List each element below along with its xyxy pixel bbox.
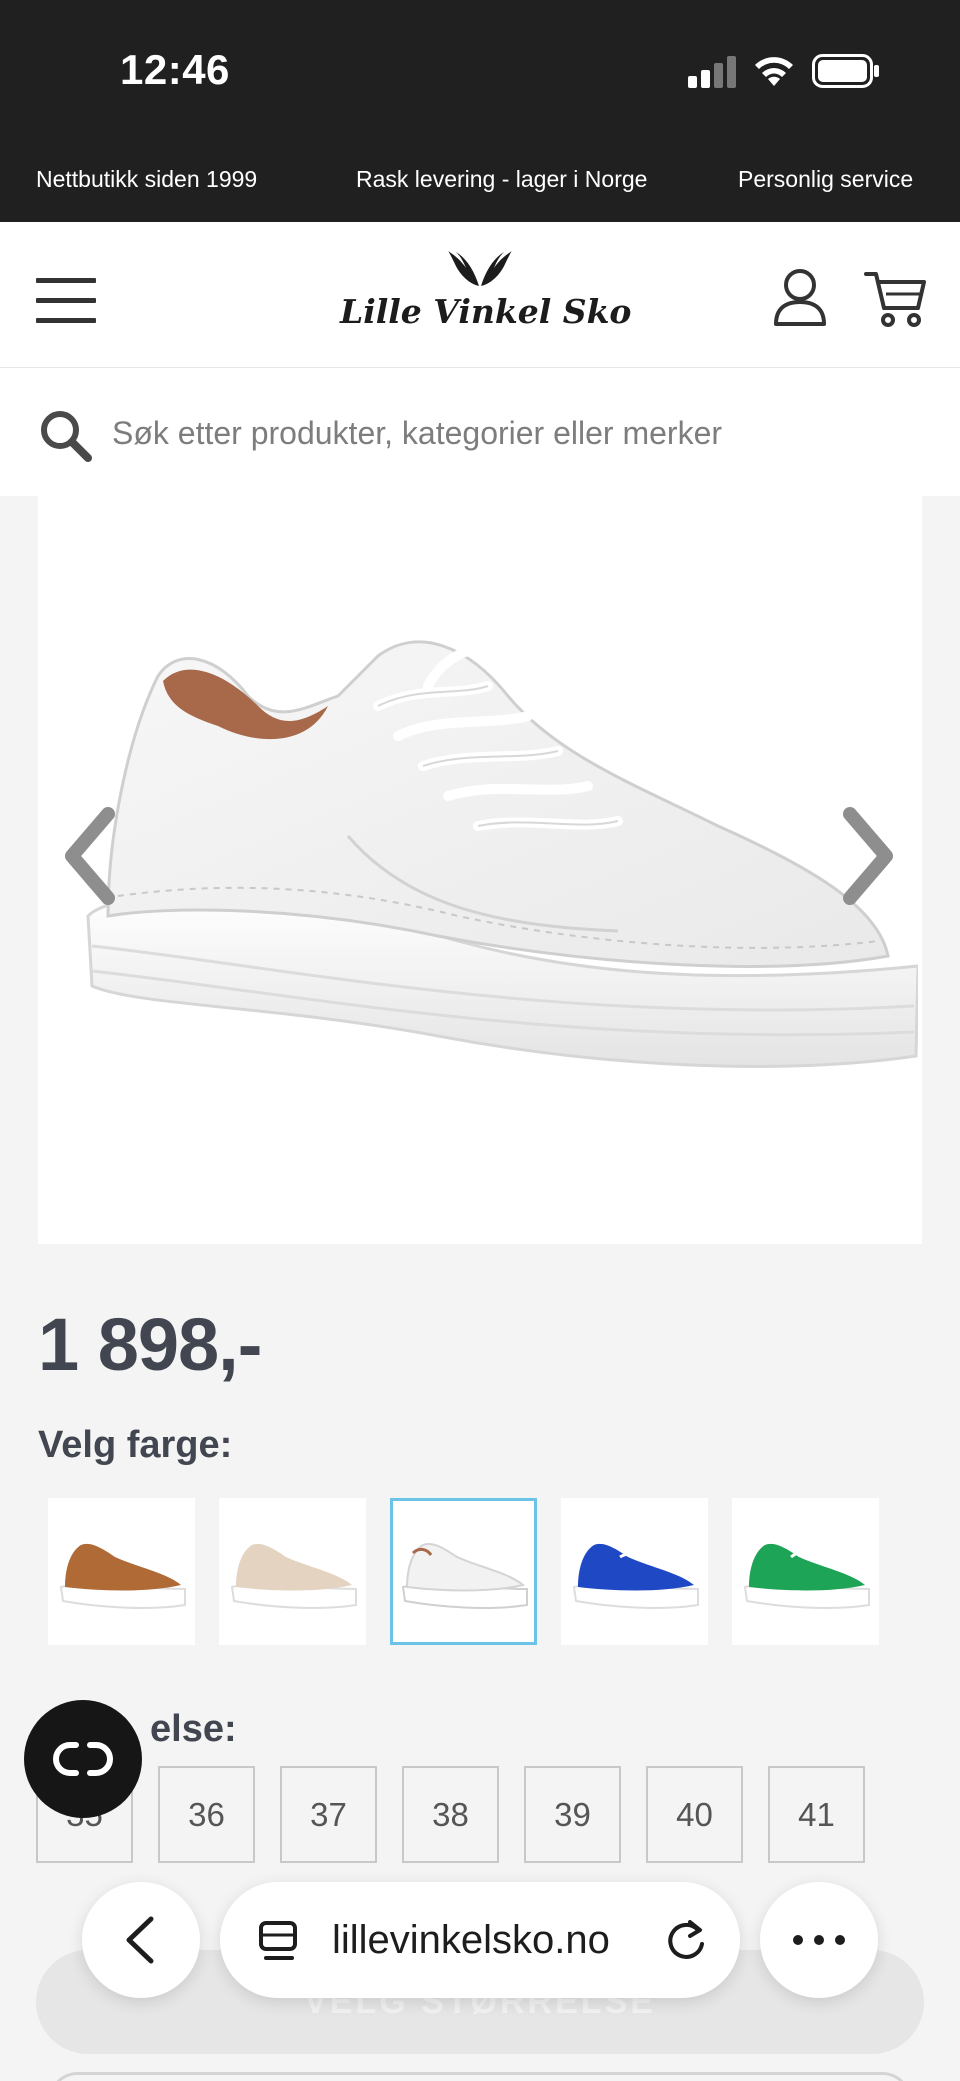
more-icon [793,1935,845,1945]
browser-more-button[interactable] [760,1882,878,1998]
signal-icon [688,56,736,88]
size-options: 35 36 37 38 39 40 41 [36,1766,865,1863]
tabs-icon[interactable] [258,1920,302,1962]
size-option[interactable]: 37 [280,1766,377,1863]
chat-button[interactable] [24,1700,142,1818]
color-swatches [48,1498,879,1645]
color-swatch-blue[interactable] [561,1498,708,1645]
color-swatch-beige[interactable] [219,1498,366,1645]
battery-icon [812,54,879,88]
site-header: Lille Vinkel Sko [0,222,960,368]
shoe-thumbnail-green [743,1543,870,1609]
shoe-thumbnail-brown [59,1543,186,1609]
wifi-icon [755,57,793,86]
product-image-carousel[interactable] [38,496,922,1244]
site-logo[interactable]: Lille Vinkel Sko [340,250,632,350]
size-option[interactable]: 41 [768,1766,865,1863]
size-option[interactable]: 40 [646,1766,743,1863]
shoe-thumbnail-blue [572,1543,699,1609]
size-option[interactable]: 39 [524,1766,621,1863]
status-time: 12:46 [120,46,230,93]
color-swatch-green[interactable] [732,1498,879,1645]
shoe-thumbnail-white [401,1543,528,1609]
promo-text-3: Personlig service [738,166,914,192]
chat-link-icon [53,1742,113,1776]
product-image [86,640,918,1068]
search-icon[interactable] [38,408,92,462]
size-option[interactable]: 36 [158,1766,255,1863]
reload-icon[interactable] [664,1918,708,1964]
shoe-thumbnail-beige [230,1543,357,1609]
logo-mark-icon [448,251,512,286]
product-price: 1 898,- [38,1303,262,1386]
user-icon[interactable] [772,268,828,328]
color-label: Velg farge: [38,1424,233,1466]
logo-text: Lille Vinkel Sko [340,292,632,331]
color-swatch-brown[interactable] [48,1498,195,1645]
browser-url: lillevinkelsko.no [332,1918,610,1962]
size-option[interactable]: 38 [402,1766,499,1863]
size-label: else: [150,1708,237,1750]
promo-text-2: Rask levering - lager i Norge [356,166,648,192]
top-bar: 12:46 Nettbutikk siden 1999 Rask leverin… [0,0,960,222]
carousel-prev-icon[interactable] [60,806,120,906]
back-icon [126,1916,154,1964]
search-bar [0,368,960,496]
browser-address-bar[interactable]: lillevinkelsko.no [220,1882,740,1998]
secondary-button[interactable] [48,2072,912,2081]
browser-back-button[interactable] [82,1882,200,1998]
search-input[interactable] [112,398,932,468]
promo-text-1: Nettbutikk siden 1999 [36,166,258,192]
menu-icon[interactable] [36,278,96,324]
carousel-next-icon[interactable] [838,806,898,906]
cart-icon[interactable] [864,268,928,328]
color-swatch-white[interactable] [390,1498,537,1645]
